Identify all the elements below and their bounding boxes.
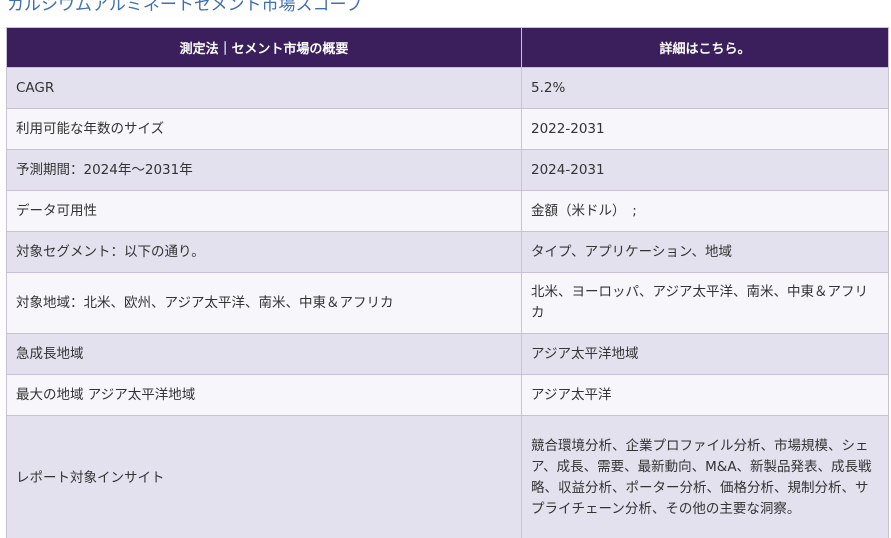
table-row: CAGR 5.2% [6,67,889,109]
table-row: 利用可能な年数のサイズ 2022-2031 [6,108,889,150]
row-label: 予測期間：2024年～2031年 [6,149,522,191]
header-measure: 測定法｜セメント市場の概要 [6,27,522,68]
row-label: 対象セグメント：以下の通り。 [6,231,522,273]
row-label: 最大の地域 アジア太平洋地域 [6,374,522,416]
row-label: 急成長地域 [6,333,522,375]
table-row: レポート対象インサイト 競合環境分析、企業プロファイル分析、市場規模、シェア、成… [6,415,889,538]
section-title: カルシウムアルミネートセメント市場スコープ [7,0,363,15]
table-header-row: 測定法｜セメント市場の概要 詳細はこちら。 [6,27,889,68]
row-label: データ可用性 [6,190,522,232]
table-row: 対象セグメント：以下の通り。 タイプ、アプリケーション、地域 [6,231,889,273]
row-value: アジア太平洋 [521,374,889,416]
row-value: 金額（米ドル） ; [521,190,889,232]
row-value: 2024-2031 [521,149,889,191]
row-label: 利用可能な年数のサイズ [6,108,522,150]
table-row: 急成長地域 アジア太平洋地域 [6,333,889,375]
row-value: 競合環境分析、企業プロファイル分析、市場規模、シェア、成長、需要、最新動向、M&… [521,415,889,538]
row-label: レポート対象インサイト [6,415,522,538]
row-value: 5.2% [521,67,889,109]
table-row: 予測期間：2024年～2031年 2024-2031 [6,149,889,191]
market-scope-table: 測定法｜セメント市場の概要 詳細はこちら。 CAGR 5.2% 利用可能な年数の… [6,27,889,538]
row-value: タイプ、アプリケーション、地域 [521,231,889,273]
row-label: 対象地域：北米、欧州、アジア太平洋、南米、中東＆アフリカ [6,272,522,334]
row-value: アジア太平洋地域 [521,333,889,375]
row-value: 2022-2031 [521,108,889,150]
row-label: CAGR [6,67,522,109]
table-row: 最大の地域 アジア太平洋地域 アジア太平洋 [6,374,889,416]
header-details: 詳細はこちら。 [521,27,889,68]
table-row: 対象地域：北米、欧州、アジア太平洋、南米、中東＆アフリカ 北米、ヨーロッパ、アジ… [6,272,889,334]
table-row: データ可用性 金額（米ドル） ; [6,190,889,232]
row-value: 北米、ヨーロッパ、アジア太平洋、南米、中東＆アフリカ [521,272,889,334]
